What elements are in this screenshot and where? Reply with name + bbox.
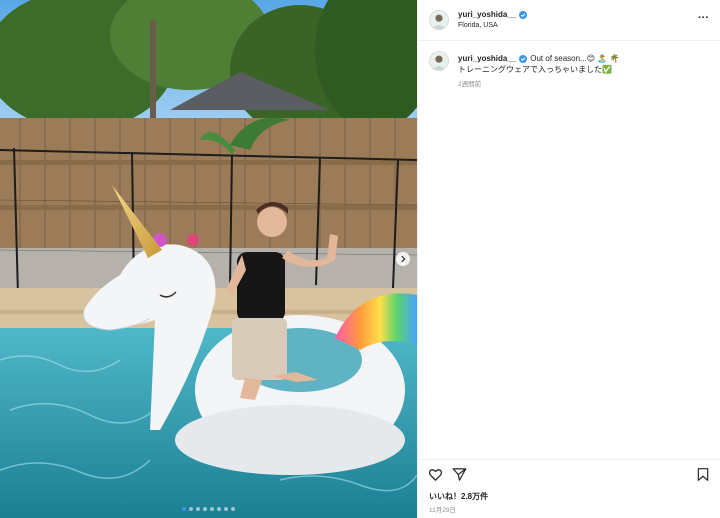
post-date: 11月29日 (429, 507, 456, 514)
verified-icon (519, 54, 528, 63)
post-header: yuri_yoshida__ Florida, USA ··· (418, 0, 720, 41)
carousel-dot (196, 507, 200, 511)
caption-text: Out of season...😊 🏝️ 🌴 (530, 54, 620, 63)
caption-avatar[interactable] (429, 51, 449, 71)
post-side-panel: yuri_yoshida__ Florida, USA ··· yuri_yos… (417, 0, 720, 518)
carousel-dot (182, 507, 186, 511)
caption-username-link[interactable]: yuri_yoshida__ (458, 54, 516, 63)
carousel-dot (189, 507, 193, 511)
likes-count[interactable]: いいね！2.8万件 (429, 491, 488, 502)
carousel-next-button[interactable] (396, 252, 410, 266)
location-link[interactable]: Florida, USA (458, 22, 498, 29)
carousel-dot (217, 507, 221, 511)
share-icon[interactable] (452, 467, 467, 482)
heart-icon[interactable] (428, 467, 443, 482)
post-actions: いいね！2.8万件 11月29日 (418, 459, 720, 518)
carousel-dot (210, 507, 214, 511)
carousel-dot (231, 507, 235, 511)
avatar[interactable] (429, 10, 449, 30)
photo-scene (0, 0, 417, 518)
verified-icon (519, 10, 528, 19)
caption-timestamp[interactable]: 2週間前 (458, 78, 481, 88)
carousel-dot (224, 507, 228, 511)
more-icon: ··· (698, 12, 709, 24)
carousel-dot (203, 507, 207, 511)
next-arrow-icon (401, 255, 406, 263)
post-photo[interactable] (0, 0, 417, 518)
avatar-image (430, 11, 448, 29)
more-options-button[interactable]: ··· (698, 12, 709, 24)
username-link[interactable]: yuri_yoshida__ (458, 10, 516, 19)
carousel-indicator (0, 507, 417, 511)
avatar-image (430, 52, 448, 70)
bookmark-icon[interactable] (696, 467, 710, 482)
caption-text-line2: トレーニングウェアで入っちゃいました✅ (458, 65, 612, 74)
